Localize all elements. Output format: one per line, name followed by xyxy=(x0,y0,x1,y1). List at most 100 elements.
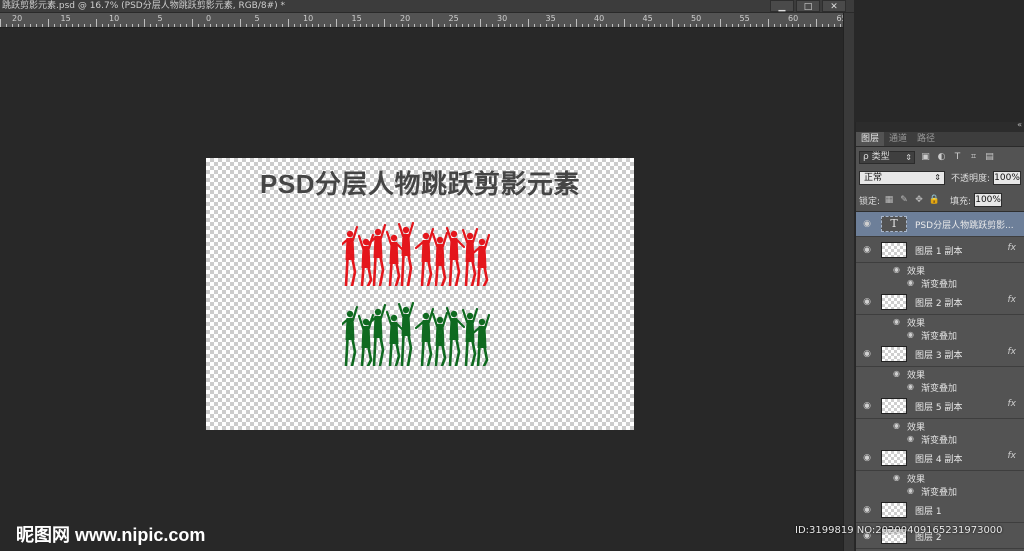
minimize-button[interactable]: ▁ xyxy=(770,0,794,12)
lock-transparency-icon[interactable]: ▦ xyxy=(883,194,895,206)
ruler-tick xyxy=(198,24,199,27)
close-button[interactable]: ✕ xyxy=(822,0,846,12)
effects-group-row[interactable]: ◉ 效果 xyxy=(856,472,1024,485)
eye-visibility-icon[interactable]: ◉ xyxy=(862,219,872,229)
layer-name[interactable]: PSD分层人物跳跃剪影... xyxy=(915,218,1014,231)
layer-filter-select[interactable]: ρ 类型 ⇕ xyxy=(859,150,915,164)
gradient-overlay-effect-row[interactable]: ◉ 渐变叠加 xyxy=(856,433,1024,446)
shape-filter-icon[interactable]: ⌗ xyxy=(968,152,979,163)
lock-position-icon[interactable]: ✥ xyxy=(913,194,925,206)
ruler-tick xyxy=(390,24,391,27)
ruler-tick xyxy=(798,24,799,27)
effects-group-row[interactable]: ◉ 效果 xyxy=(856,264,1024,277)
jumping-person-silhouette xyxy=(342,225,359,286)
smart-object-filter-icon[interactable]: ▤ xyxy=(984,152,995,163)
effects-label: 效果 xyxy=(907,267,926,277)
ruler-label: 5 xyxy=(157,14,163,23)
layer-name[interactable]: 图层 1 副本 xyxy=(915,244,962,257)
tab-layers[interactable]: 图层 xyxy=(856,132,885,146)
layer-row[interactable]: ◉ 图层 1 xyxy=(856,498,1024,523)
image-filter-icon[interactable]: ▣ xyxy=(920,152,931,163)
eye-visibility-icon[interactable]: ◉ xyxy=(893,473,900,482)
effects-group-row[interactable]: ◉ 效果 xyxy=(856,420,1024,433)
vertical-scrollbar[interactable] xyxy=(843,13,854,551)
eye-visibility-icon[interactable]: ◉ xyxy=(893,265,900,274)
eye-visibility-icon[interactable]: ◉ xyxy=(907,278,914,287)
layer-name[interactable]: 图层 5 副本 xyxy=(915,400,962,413)
adjustment-filter-icon[interactable]: ◐ xyxy=(936,152,947,163)
tab-paths[interactable]: 路径 xyxy=(912,132,940,146)
layer-thumbnail xyxy=(881,398,907,414)
ruler-tick xyxy=(744,24,745,27)
ruler-tick xyxy=(144,19,145,27)
eye-visibility-icon[interactable]: ◉ xyxy=(862,401,872,411)
jumping-person-silhouette xyxy=(431,311,449,366)
eye-visibility-icon[interactable]: ◉ xyxy=(907,382,914,391)
eye-visibility-icon[interactable]: ◉ xyxy=(862,349,872,359)
ruler-tick xyxy=(564,24,565,27)
ruler-tick xyxy=(204,24,205,27)
ruler-tick xyxy=(438,24,439,27)
ruler-tick xyxy=(720,19,721,27)
layer-row[interactable]: ◉ 图层 5 副本 fx xyxy=(856,394,1024,419)
ruler-tick xyxy=(360,24,361,27)
eye-visibility-icon[interactable]: ◉ xyxy=(893,421,900,430)
eye-visibility-icon[interactable]: ◉ xyxy=(907,330,914,339)
lock-image-pixels-icon[interactable]: ✎ xyxy=(898,194,910,206)
fx-effects-icon[interactable]: fx xyxy=(1008,243,1017,253)
blend-mode-select[interactable]: 正常 ⇕ xyxy=(859,170,945,185)
ruler-label: 25 xyxy=(448,14,459,23)
fx-effects-icon[interactable]: fx xyxy=(1008,295,1017,305)
ruler-tick xyxy=(126,24,127,27)
layer-thumbnail xyxy=(881,346,907,362)
layer-name[interactable]: 图层 2 副本 xyxy=(915,296,962,309)
layer-row[interactable]: ◉ T PSD分层人物跳跃剪影... xyxy=(856,212,1024,237)
ruler-tick xyxy=(816,19,817,27)
lock-all-icon[interactable]: 🔒 xyxy=(928,194,940,206)
ruler-label: 20 xyxy=(12,14,23,23)
layer-name[interactable]: 图层 3 副本 xyxy=(915,348,962,361)
fx-effects-icon[interactable]: fx xyxy=(1008,399,1017,409)
effects-group-row[interactable]: ◉ 效果 xyxy=(856,316,1024,329)
eye-visibility-icon[interactable]: ◉ xyxy=(907,434,914,443)
fill-input[interactable]: 100% xyxy=(974,193,1003,207)
eye-visibility-icon[interactable]: ◉ xyxy=(893,317,900,326)
horizontal-ruler[interactable]: 201510505101520253035404550556065 xyxy=(0,13,843,28)
ruler-tick xyxy=(84,24,85,27)
gradient-overlay-effect-row[interactable]: ◉ 渐变叠加 xyxy=(856,277,1024,290)
layer-row[interactable]: ◉ 图层 4 副本 fx xyxy=(856,446,1024,471)
layer-name[interactable]: 图层 4 副本 xyxy=(915,452,962,465)
tab-channels[interactable]: 通道 xyxy=(884,132,912,146)
gradient-overlay-effect-row[interactable]: ◉ 渐变叠加 xyxy=(856,381,1024,394)
collapse-panel-icon[interactable]: « xyxy=(1017,122,1022,129)
fill-label: 填充: xyxy=(950,196,972,207)
maximize-button[interactable]: □ xyxy=(796,0,820,12)
ruler-tick xyxy=(12,24,13,27)
fx-effects-icon[interactable]: fx xyxy=(1008,347,1017,357)
jumping-person-silhouette xyxy=(445,226,466,286)
eye-visibility-icon[interactable]: ◉ xyxy=(862,453,872,463)
document-canvas[interactable]: PSD分层人物跳跃剪影元素 xyxy=(206,158,634,430)
gradient-overlay-effect-row[interactable]: ◉ 渐变叠加 xyxy=(856,485,1024,498)
ruler-tick xyxy=(6,24,7,27)
eye-visibility-icon[interactable]: ◉ xyxy=(893,369,900,378)
eye-visibility-icon[interactable]: ◉ xyxy=(862,245,872,255)
ruler-tick xyxy=(114,24,115,27)
eye-visibility-icon[interactable]: ◉ xyxy=(862,505,872,515)
layer-row[interactable]: ◉ 图层 1 副本 fx xyxy=(856,238,1024,263)
ruler-tick xyxy=(306,24,307,27)
effects-label: 效果 xyxy=(907,475,926,485)
gradient-overlay-effect-row[interactable]: ◉ 渐变叠加 xyxy=(856,329,1024,342)
layer-row[interactable]: ◉ 图层 3 副本 fx xyxy=(856,342,1024,367)
fx-effects-icon[interactable]: fx xyxy=(1008,451,1017,461)
eye-visibility-icon[interactable]: ◉ xyxy=(862,297,872,307)
effects-group-row[interactable]: ◉ 效果 xyxy=(856,368,1024,381)
ruler-tick xyxy=(162,24,163,27)
text-filter-icon[interactable]: T xyxy=(952,152,963,163)
eye-visibility-icon[interactable]: ◉ xyxy=(907,486,914,495)
blend-mode-value: 正常 xyxy=(864,172,883,183)
layer-row[interactable]: ◉ 图层 2 副本 fx xyxy=(856,290,1024,315)
opacity-input[interactable]: 100% xyxy=(993,170,1022,185)
layer-name[interactable]: 图层 1 xyxy=(915,504,942,517)
site-watermark: 昵图网 www.nipic.com xyxy=(16,525,206,545)
